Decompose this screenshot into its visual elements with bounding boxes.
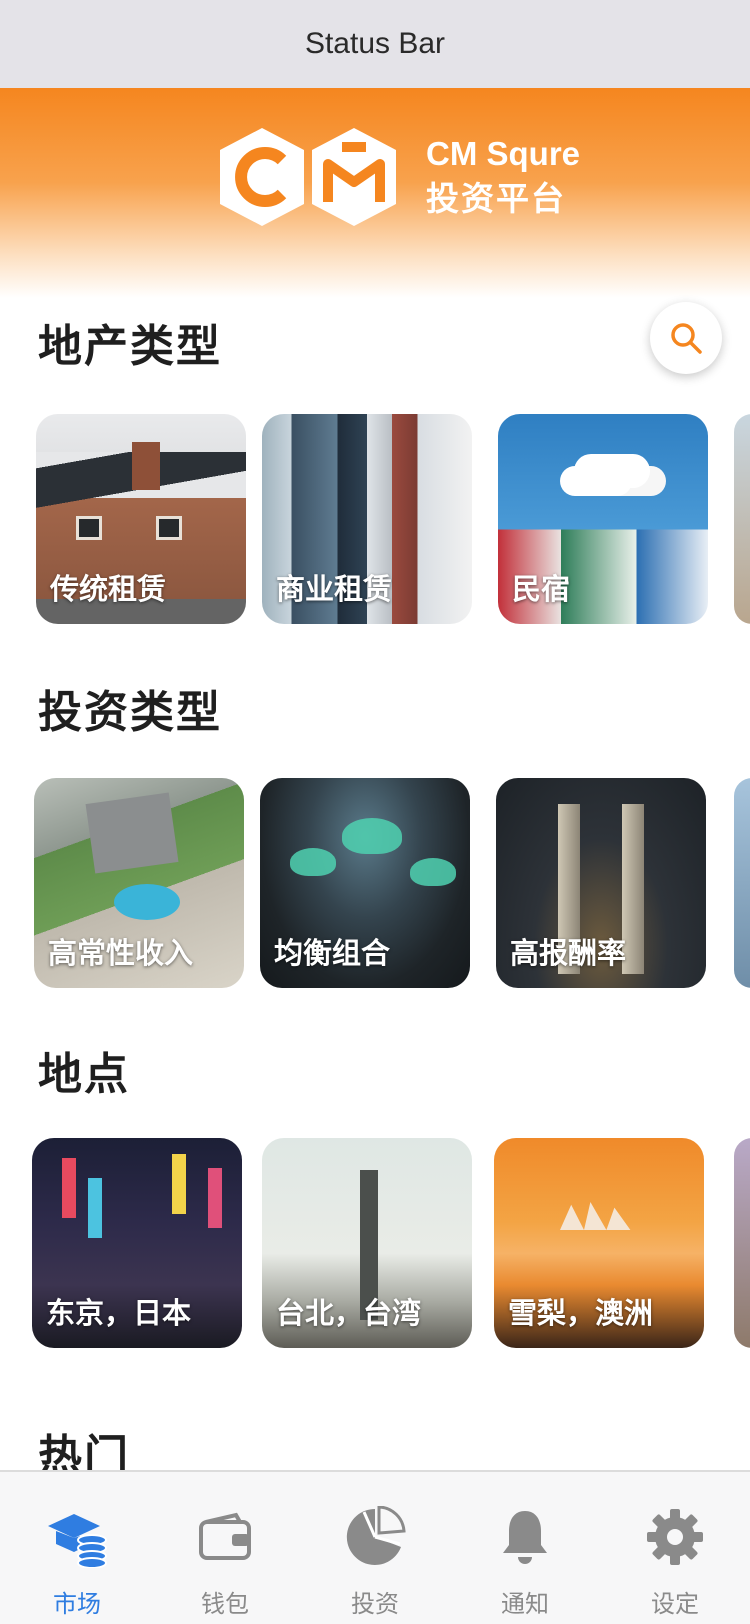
card-label: 东京，日本 [46,1296,192,1330]
tab-label: 钱包 [201,1590,249,1618]
window-decoration [76,516,102,540]
card-label: 传统租赁 [50,572,167,606]
card-label: 台北，台湾 [276,1296,422,1330]
tab-settings[interactable]: 设定 [600,1472,750,1624]
card-label: 商业租赁 [276,572,393,606]
card-taipei[interactable]: 台北，台湾 [262,1138,472,1348]
header-banner: CM Squre 投资平台 [0,88,750,298]
bell-icon [490,1502,560,1572]
brand-subtitle: 投资平台 [426,179,566,218]
section-title-property-type: 地产类型 [38,321,222,372]
supertree-decoration [342,818,402,854]
brand-block: CM Squre 投资平台 [426,132,580,222]
window-decoration [156,516,182,540]
card-homestay[interactable]: 民宿 [498,414,708,624]
opera-house-decoration [560,1202,631,1230]
tab-label: 通知 [501,1590,549,1618]
card-peek[interactable] [734,414,750,624]
neon-sign-decoration [208,1168,222,1228]
section-title-investment-type: 投资类型 [38,687,222,738]
card-balanced-portfolio[interactable]: 均衡组合 [260,778,470,988]
pool-decoration [114,884,180,920]
card-peek[interactable] [734,778,750,988]
tab-invest[interactable]: 投资 [300,1472,450,1624]
roof-decoration [85,792,179,874]
card-label: 民宿 [512,572,571,606]
tab-market[interactable]: 市场 [2,1472,152,1624]
card-peek[interactable] [734,1138,750,1348]
card-label: 雪梨，澳洲 [508,1296,654,1330]
bottom-tab-bar: 市场 钱包 投资 通知 设定 [0,1470,750,1624]
supertree-decoration [290,848,336,876]
card-sydney[interactable]: 雪梨，澳洲 [494,1138,704,1348]
cm-logo-icon [220,128,396,226]
supertree-decoration [410,858,456,886]
card-steady-income[interactable]: 高常性收入 [34,778,244,988]
neon-sign-decoration [88,1178,102,1238]
card-high-return[interactable]: 高报酬率 [496,778,706,988]
card-label: 高报酬率 [510,936,627,970]
card-commercial-rental[interactable]: 商业租赁 [262,414,472,624]
neon-sign-decoration [62,1158,76,1218]
brand-name: CM Squre [426,135,581,172]
tab-notifications[interactable]: 通知 [450,1472,600,1624]
market-coins-icon [42,1502,112,1572]
card-label: 均衡组合 [274,936,391,970]
cloud-decoration [560,466,632,496]
chimney-decoration [132,442,160,490]
pie-chart-icon [340,1502,410,1572]
wallet-icon [190,1502,260,1572]
tab-label: 设定 [651,1590,699,1618]
status-bar: Status Bar [0,0,750,88]
neon-sign-decoration [172,1154,186,1214]
card-tokyo[interactable]: 东京，日本 [32,1138,242,1348]
status-bar-text: Status Bar [304,27,446,60]
card-traditional-rental[interactable]: 传统租赁 [36,414,246,624]
card-label: 高常性收入 [48,936,194,970]
tab-label: 市场 [53,1590,101,1618]
search-button[interactable] [650,302,722,374]
section-title-location: 地点 [38,1049,130,1100]
tab-label: 投资 [351,1590,399,1618]
gear-icon [640,1502,710,1572]
tab-wallet[interactable]: 钱包 [150,1472,300,1624]
search-icon [671,323,702,354]
